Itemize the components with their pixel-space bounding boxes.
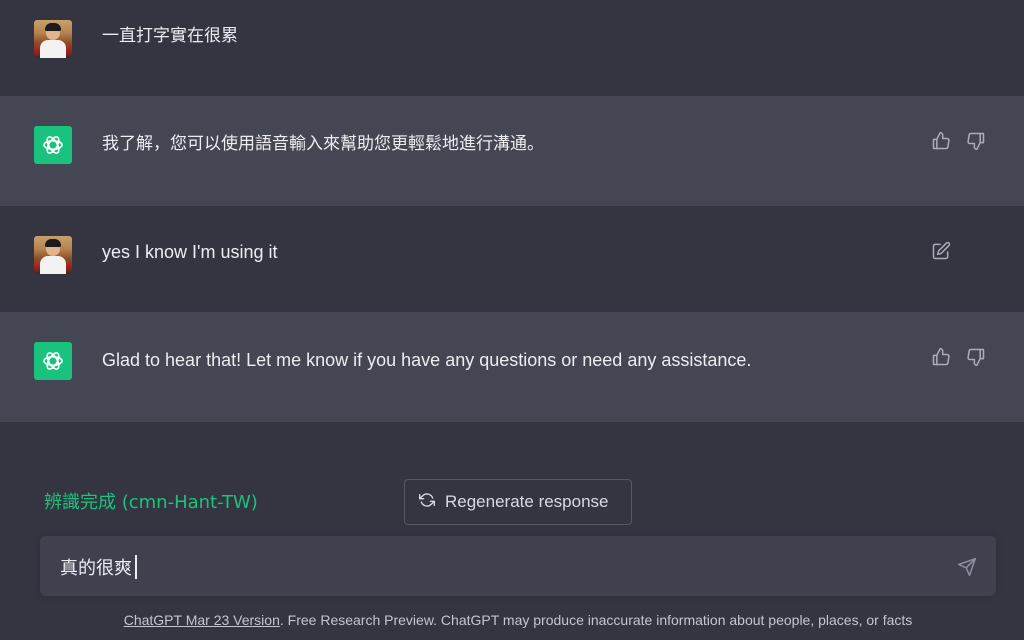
message-text: 我了解，您可以使用語音輸入來幫助您更輕鬆地進行溝通。: [102, 134, 544, 154]
message-text: 一直打字實在很累: [102, 26, 238, 46]
edit-icon[interactable]: [930, 240, 952, 262]
user-avatar: [34, 236, 72, 274]
openai-logo-icon: [34, 126, 72, 164]
message-row-assistant: Glad to hear that! Let me know if you ha…: [0, 312, 1024, 422]
regenerate-response-label: Regenerate response: [445, 492, 609, 511]
message-row-user: yes I know I'm using it: [0, 206, 1024, 312]
speech-recognition-status: 辨識完成 (cmn-Hant-TW): [44, 492, 258, 513]
thumbs-up-icon[interactable]: [930, 346, 952, 368]
input-text: 真的很爽: [60, 558, 132, 579]
footer-disclaimer: ChatGPT Mar 23 Version. Free Research Pr…: [0, 612, 1024, 628]
message-text: Glad to hear that! Let me know if you ha…: [102, 350, 752, 370]
refresh-icon: [419, 492, 435, 513]
message-row-assistant: 我了解，您可以使用語音輸入來幫助您更輕鬆地進行溝通。: [0, 96, 1024, 206]
message-row-user: 一直打字實在很累: [0, 0, 1024, 96]
message-input-value[interactable]: 真的很爽: [60, 554, 137, 580]
user-avatar: [34, 20, 72, 58]
openai-logo-icon: [34, 342, 72, 380]
regenerate-response-button[interactable]: Regenerate response: [404, 479, 632, 525]
message-text: yes I know I'm using it: [102, 242, 278, 262]
thumbs-down-icon[interactable]: [965, 346, 987, 368]
thumbs-down-icon[interactable]: [965, 130, 987, 152]
message-input[interactable]: 真的很爽: [40, 536, 996, 596]
thumbs-up-icon[interactable]: [930, 130, 952, 152]
version-link[interactable]: ChatGPT Mar 23 Version: [124, 612, 280, 628]
send-icon[interactable]: [956, 556, 978, 578]
footer-text: . Free Research Preview. ChatGPT may pro…: [279, 612, 913, 628]
text-caret: [135, 555, 137, 579]
